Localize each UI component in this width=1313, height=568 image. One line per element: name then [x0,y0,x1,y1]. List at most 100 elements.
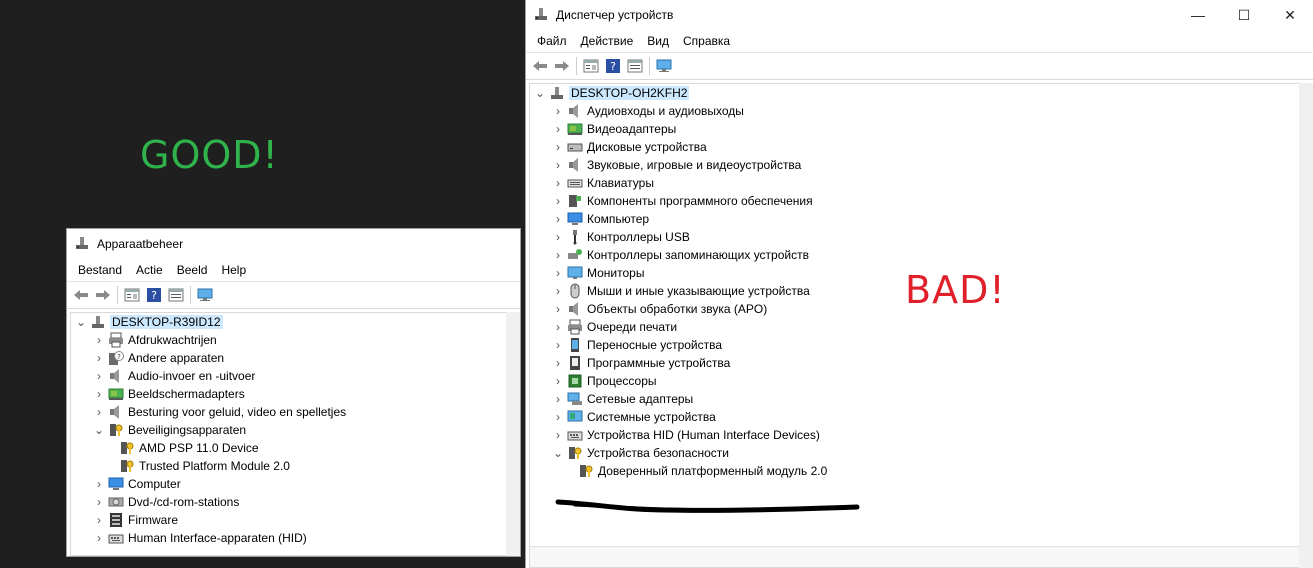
expand-chevron-icon[interactable]: › [552,354,564,372]
tree-item-label: Контроллеры запоминающих устройств [587,248,809,262]
back-arrow-icon[interactable] [70,284,92,306]
tree-root[interactable]: ⌄ DESKTOP-R39ID12 [71,313,506,331]
title-bar[interactable]: Диспетчер устройств — ☐ ✕ [526,0,1313,30]
expand-chevron-icon[interactable]: › [552,336,564,354]
expand-chevron-icon[interactable]: › [552,246,564,264]
close-button[interactable]: ✕ [1267,0,1313,30]
tree-category-item[interactable]: ⌄ Устройства безопасности [530,444,1299,462]
tree-child-item[interactable]: AMD PSP 11.0 Device [71,439,506,457]
tree-category-item[interactable]: › Компьютер [530,210,1299,228]
properties-view-icon[interactable] [121,284,143,306]
tree-category-item[interactable]: › Afdrukwachtrijen [71,331,506,349]
update-driver-icon[interactable] [165,284,187,306]
menu-action[interactable]: Действие [574,30,641,52]
expand-chevron-icon[interactable]: › [93,331,105,349]
tree-category-item[interactable]: › Besturing voor geluid, video en spellet… [71,403,506,421]
collapse-chevron-icon[interactable]: ⌄ [534,84,546,102]
expand-chevron-icon[interactable]: › [93,475,105,493]
tree-category-item[interactable]: › Системные устройства [530,408,1299,426]
tree-category-item[interactable]: ⌄ Beveiligingsapparaten [71,421,506,439]
forward-arrow-icon[interactable] [92,284,114,306]
back-arrow-icon[interactable] [529,55,551,77]
window-title: Apparaatbeheer [97,237,184,251]
tree-category-item[interactable]: › Human Interface-apparaten (HID) [71,529,506,547]
properties-view-icon[interactable] [580,55,602,77]
expand-chevron-icon[interactable]: › [93,511,105,529]
expand-chevron-icon[interactable]: › [552,138,564,156]
expand-chevron-icon[interactable]: › [552,300,564,318]
tree-child-item[interactable]: Доверенный платформенный модуль 2.0 [530,462,1299,480]
tree-item-label: Afdrukwachtrijen [128,333,217,347]
menu-beeld[interactable]: Beeld [170,259,215,281]
scan-hardware-icon[interactable] [653,55,675,77]
expand-chevron-icon[interactable]: › [93,403,105,421]
maximize-button[interactable]: ☐ [1221,0,1267,30]
vertical-scrollbar[interactable] [506,312,520,556]
expand-chevron-icon[interactable]: › [93,385,105,403]
tree-category-item[interactable]: › Звуковые, игровые и видеоустройства [530,156,1299,174]
tree-category-item[interactable]: › Дисковые устройства [530,138,1299,156]
forward-arrow-icon[interactable] [551,55,573,77]
menu-help[interactable]: Help [214,259,253,281]
tree-category-item[interactable]: › Очереди печати [530,318,1299,336]
tree-category-item[interactable]: › Контроллеры запоминающих устройств [530,246,1299,264]
expand-chevron-icon[interactable]: › [93,367,105,385]
expand-chevron-icon[interactable]: › [552,282,564,300]
tree-category-item[interactable]: › Устройства HID (Human Interface Devices… [530,426,1299,444]
tree-category-item[interactable]: › Сетевые адаптеры [530,390,1299,408]
expand-chevron-icon[interactable]: › [552,174,564,192]
expand-chevron-icon[interactable]: › [93,349,105,367]
expand-chevron-icon[interactable]: › [552,372,564,390]
title-bar[interactable]: Apparaatbeheer [67,229,520,259]
tree-category-item[interactable]: › Computer [71,475,506,493]
expand-chevron-icon[interactable]: › [552,120,564,138]
tree-child-item[interactable]: Trusted Platform Module 2.0 [71,457,506,475]
tree-category-item[interactable]: › Процессоры [530,372,1299,390]
collapse-chevron-icon[interactable]: ⌄ [75,313,87,331]
help-icon[interactable]: ? [602,55,624,77]
expand-chevron-icon[interactable]: › [552,210,564,228]
expand-chevron-icon[interactable]: › [93,493,105,511]
tree-category-item[interactable]: › Audio-invoer en -uitvoer [71,367,506,385]
collapse-chevron-icon[interactable]: ⌄ [552,444,564,462]
expand-chevron-icon[interactable]: › [552,426,564,444]
vertical-scrollbar[interactable] [1299,83,1313,568]
tree-category-item[interactable]: › Firmware [71,511,506,529]
toolbar-separator [576,57,577,75]
menu-view[interactable]: Вид [640,30,676,52]
tree-item-label: Firmware [128,513,178,527]
update-driver-icon[interactable] [624,55,646,77]
menu-file[interactable]: Файл [530,30,574,52]
menu-actie[interactable]: Actie [129,259,170,281]
expand-chevron-icon[interactable]: › [552,192,564,210]
expand-chevron-icon[interactable]: › [93,529,105,547]
expand-chevron-icon[interactable]: › [552,102,564,120]
expand-chevron-icon[interactable]: › [552,408,564,426]
tree-category-item[interactable]: › Переносные устройства [530,336,1299,354]
help-icon[interactable]: ? [143,284,165,306]
expand-chevron-icon[interactable]: › [552,228,564,246]
dvd-drive-icon [108,494,124,510]
tree-category-item[interactable]: › Видеоадаптеры [530,120,1299,138]
tree-category-item[interactable]: › Контроллеры USB [530,228,1299,246]
tree-category-item[interactable]: › Программные устройства [530,354,1299,372]
tree-category-item[interactable]: ›? Andere apparaten [71,349,506,367]
expand-chevron-icon[interactable]: › [552,318,564,336]
minimize-button[interactable]: — [1175,0,1221,30]
tree-category-item[interactable]: › Аудиовходы и аудиовыходы [530,102,1299,120]
tree-category-item[interactable]: › Компоненты программного обеспечения [530,192,1299,210]
tree-item-label: Beeldschermadapters [128,387,245,401]
scan-hardware-icon[interactable] [194,284,216,306]
tree-category-item[interactable]: › Dvd-/cd-rom-stations [71,493,506,511]
tree-root[interactable]: ⌄ DESKTOP-OH2KFH2 [530,84,1299,102]
tree-category-item[interactable]: › Beeldschermadapters [71,385,506,403]
tree-category-item[interactable]: › Клавиатуры [530,174,1299,192]
usb-icon [567,229,583,245]
device-tree[interactable]: ⌄ DESKTOP-R39ID12 › Afdrukwachtrijen ›? And… [70,312,506,556]
expand-chevron-icon[interactable]: › [552,390,564,408]
collapse-chevron-icon[interactable]: ⌄ [93,421,105,439]
menu-help[interactable]: Справка [676,30,737,52]
expand-chevron-icon[interactable]: › [552,264,564,282]
menu-bestand[interactable]: Bestand [71,259,129,281]
expand-chevron-icon[interactable]: › [552,156,564,174]
